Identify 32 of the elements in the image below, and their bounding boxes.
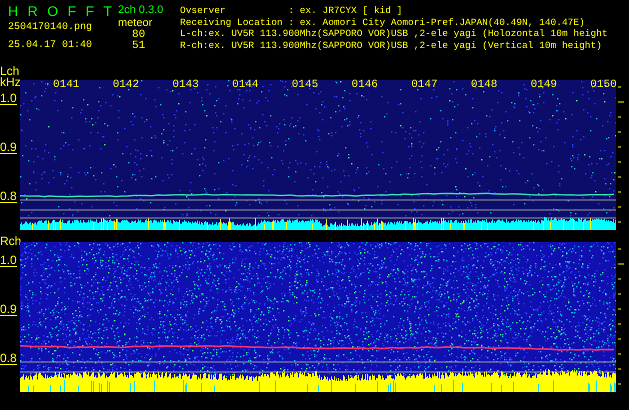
time-label: 0141 [53, 80, 80, 91]
time-label: 0148 [470, 80, 498, 91]
channel-info: L-ch:ex. UV5R 113.900Mhz(SAPPORO VOR)USB ,2-ele yagi (Holozontal 10m height [180, 28, 608, 40]
time-label: 0142 [112, 80, 140, 91]
time-label: 0147 [411, 80, 438, 91]
file-name: 2504170140.png [8, 22, 92, 34]
frequency-label: 0.8 [0, 190, 17, 203]
frequency-label: 0.9 [0, 303, 17, 316]
app-title: H R O F F T [8, 3, 115, 19]
info-label: Ovserver [180, 5, 227, 16]
frequency-label: 1.0 [0, 92, 17, 105]
version-label: 2ch 0.3.0 [118, 3, 164, 17]
info-value: : ex. Aomori City Aomori-Pref.JAPAN(40.49N, 140.47E) [288, 16, 585, 28]
info-value: : ex. JR7CYX [ kid ] [288, 5, 402, 16]
time-label: 0150 [590, 80, 617, 91]
unit-label: kHz [0, 77, 21, 88]
time-label: 0144 [232, 80, 258, 91]
meteor-count: 80 [132, 30, 146, 41]
channel-label: Rch [0, 236, 22, 247]
channel-label: Lch [0, 66, 20, 77]
time-label: 0143 [172, 80, 199, 91]
channel-info: R-ch:ex. UV5R 113.900Mhz(SAPPORO VOR)USB ,2-ele yagi (Vertical 10m height) [180, 40, 602, 51]
meteor-label: meteor [118, 17, 152, 30]
info-label: Receiving Location [180, 16, 284, 28]
meteor-count: 51 [132, 41, 146, 52]
frequency-label: 0.9 [0, 141, 17, 154]
date-time: 25.04.17 01:40 [8, 40, 92, 52]
frequency-label: 1.0 [0, 254, 17, 267]
frequency-label: 0.8 [0, 352, 17, 365]
time-label: 0146 [352, 80, 378, 91]
time-label: 0145 [292, 80, 318, 91]
time-label: 0149 [530, 80, 557, 91]
